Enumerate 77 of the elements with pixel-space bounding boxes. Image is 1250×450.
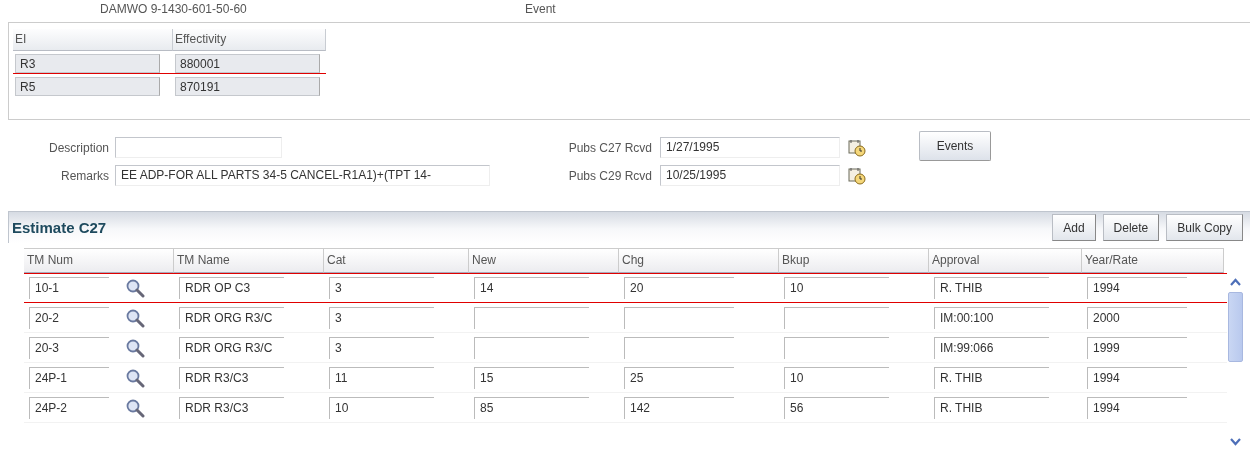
field-label: Pubs C27 Rcvd	[567, 140, 653, 155]
toolbar-button[interactable]: Bulk Copy	[1166, 214, 1243, 241]
cell-input[interactable]: 85	[474, 397, 589, 419]
field-label: Remarks	[60, 168, 110, 183]
cell-input[interactable]: RDR R3/C3	[179, 397, 284, 419]
remarks-field[interactable]: EE ADP-FOR ALL PARTS 34-5 CANCEL-R1A1)+(TPT 14-	[115, 165, 490, 187]
cell-input[interactable]: 10	[329, 397, 434, 419]
column-header: Cat	[324, 249, 469, 273]
toolbar-button[interactable]: Delete	[1102, 214, 1160, 241]
cell-input[interactable]: 3	[329, 277, 434, 299]
cell-input[interactable]: RDR ORG R3/C	[179, 337, 284, 359]
search-icon[interactable]	[125, 308, 145, 328]
cell-input[interactable]: RDR R3/C3	[179, 367, 284, 389]
cell-input[interactable]: 10-1	[29, 277, 109, 299]
cell-input[interactable]: R. THIB	[934, 367, 1049, 389]
section-title: Estimate C27	[12, 219, 108, 236]
column-header: TM Name	[174, 249, 324, 273]
calendar-clock-icon[interactable]	[848, 138, 866, 157]
cell-input[interactable]	[784, 337, 889, 359]
cell-input[interactable]: R. THIB	[934, 277, 1049, 299]
column-header: Approval	[929, 249, 1082, 273]
column-header: Chg	[619, 249, 779, 273]
cell-input[interactable]: 24P-1	[29, 367, 109, 389]
table-cell: R3	[15, 53, 160, 73]
table-cell: 870191	[175, 76, 320, 96]
cell-input[interactable]: 25	[624, 367, 734, 389]
column-header: TM Num	[24, 249, 174, 273]
cell-input[interactable]: 20-2	[29, 307, 109, 329]
work-order-number: DAMWO 9-1430-601-50-60	[100, 2, 248, 16]
cell-input[interactable]: 1994	[1087, 277, 1187, 299]
calendar-clock-icon[interactable]	[848, 166, 866, 185]
cell-input[interactable]	[474, 307, 589, 329]
cell-input[interactable]	[624, 307, 734, 329]
cell-input[interactable]: 56	[784, 397, 889, 419]
cell-input[interactable]: R. THIB	[934, 397, 1049, 419]
field-label: Pubs C29 Rcvd	[567, 168, 653, 183]
column-header: Bkup	[779, 249, 929, 273]
cell-input[interactable]: 2000	[1087, 307, 1187, 329]
events-button[interactable]: Events	[919, 131, 991, 162]
description-field[interactable]	[115, 137, 282, 159]
event-label: Event	[525, 2, 556, 16]
scrollbar-thumb[interactable]	[1228, 292, 1243, 362]
cell-input[interactable]: 1994	[1087, 397, 1187, 419]
cell-input[interactable]: 3	[329, 337, 434, 359]
toolbar-button[interactable]: Add	[1052, 214, 1096, 241]
cell-input[interactable]: IM:99:066	[934, 337, 1049, 359]
cell-input[interactable]: 1994	[1087, 367, 1187, 389]
cell-input[interactable]: RDR ORG R3/C	[179, 307, 284, 329]
date-field[interactable]: 10/25/1995	[660, 165, 840, 187]
cell-input[interactable]: 14	[474, 277, 589, 299]
date-field[interactable]: 1/27/1995	[660, 137, 840, 159]
table-cell: R5	[15, 76, 160, 96]
column-header: Year/Rate	[1082, 249, 1224, 273]
cell-input[interactable]: 24P-2	[29, 397, 109, 419]
cell-input[interactable]: 10	[784, 277, 889, 299]
column-header: EI	[13, 28, 173, 51]
field-label: Description	[47, 140, 110, 155]
cell-input[interactable]: 10	[784, 367, 889, 389]
cell-input[interactable]: 3	[329, 307, 434, 329]
search-icon[interactable]	[125, 398, 145, 418]
search-icon[interactable]	[125, 368, 145, 388]
table-cell: 880001	[175, 53, 320, 73]
cell-input[interactable]: 15	[474, 367, 589, 389]
cell-input[interactable]: IM:00:100	[934, 307, 1049, 329]
search-icon[interactable]	[125, 338, 145, 358]
cell-input[interactable]: 1999	[1087, 337, 1187, 359]
cell-input[interactable]	[624, 337, 734, 359]
cell-input[interactable]: RDR OP C3	[179, 277, 284, 299]
cell-input[interactable]	[784, 307, 889, 329]
column-header: Effectivity	[173, 28, 326, 51]
search-icon[interactable]	[125, 278, 145, 298]
cell-input[interactable]: 20-3	[29, 337, 109, 359]
column-header: New	[469, 249, 619, 273]
cell-input[interactable]	[474, 337, 589, 359]
cell-input[interactable]: 142	[624, 397, 734, 419]
cell-input[interactable]: 11	[329, 367, 434, 389]
cell-input[interactable]: 20	[624, 277, 734, 299]
